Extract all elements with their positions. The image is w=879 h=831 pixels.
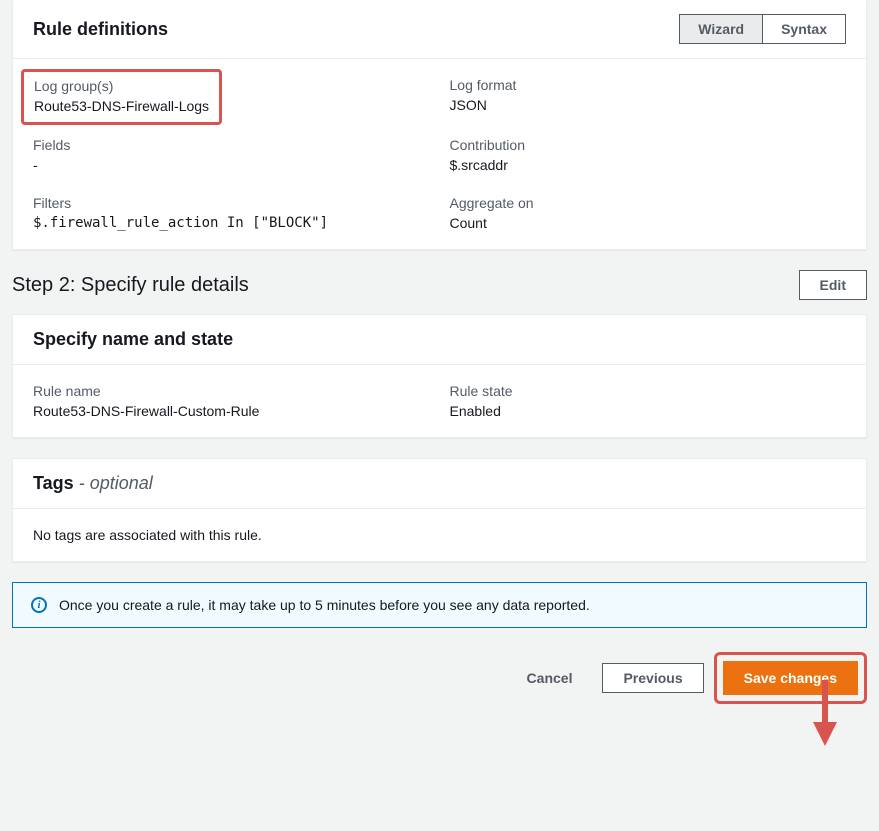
rule-definitions-header: Rule definitions Wizard Syntax xyxy=(13,0,866,59)
definition-mode-toggle: Wizard Syntax xyxy=(679,14,846,44)
filters-value: $.firewall_rule_action In ["BLOCK"] xyxy=(33,215,430,231)
info-banner: i Once you create a rule, it may take up… xyxy=(12,582,867,628)
step2-header: Step 2: Specify rule details Edit xyxy=(12,270,867,300)
tags-title-row: Tags - optional xyxy=(33,473,153,494)
info-icon: i xyxy=(31,597,47,613)
tags-header: Tags - optional xyxy=(13,459,866,509)
tags-empty-text: No tags are associated with this rule. xyxy=(33,527,846,543)
fields-label: Fields xyxy=(33,137,430,153)
aggregate-field: Aggregate on Count xyxy=(450,195,847,231)
aggregate-value: Count xyxy=(450,215,847,231)
specify-name-state-body: Rule name Route53-DNS-Firewall-Custom-Ru… xyxy=(13,365,866,437)
fields-value: - xyxy=(33,157,430,173)
wizard-toggle-button[interactable]: Wizard xyxy=(679,14,762,44)
previous-button[interactable]: Previous xyxy=(602,663,703,693)
cancel-button[interactable]: Cancel xyxy=(507,664,593,692)
syntax-toggle-button[interactable]: Syntax xyxy=(762,14,846,44)
filters-field: Filters $.firewall_rule_action In ["BLOC… xyxy=(33,195,430,231)
log-format-label: Log format xyxy=(450,77,847,93)
specify-name-state-title: Specify name and state xyxy=(33,329,233,350)
rule-definitions-panel: Rule definitions Wizard Syntax Log group… xyxy=(12,0,867,250)
log-groups-label: Log group(s) xyxy=(34,78,209,94)
rule-definitions-body: Log group(s) Route53-DNS-Firewall-Logs L… xyxy=(13,59,866,249)
save-changes-button[interactable]: Save changes xyxy=(723,661,858,695)
log-format-value: JSON xyxy=(450,97,847,113)
contribution-label: Contribution xyxy=(450,137,847,153)
step2-heading: Step 2: Specify rule details xyxy=(12,274,249,297)
rule-definitions-title: Rule definitions xyxy=(33,19,168,40)
specify-name-state-header: Specify name and state xyxy=(13,315,866,365)
save-highlight: Save changes xyxy=(714,652,867,704)
tags-body: No tags are associated with this rule. xyxy=(13,509,866,561)
contribution-value: $.srcaddr xyxy=(450,157,847,173)
filters-label: Filters xyxy=(33,195,430,211)
rule-name-value: Route53-DNS-Firewall-Custom-Rule xyxy=(33,403,430,419)
tags-dash: - xyxy=(74,473,90,493)
rule-state-value: Enabled xyxy=(450,403,847,419)
log-groups-field: Log group(s) Route53-DNS-Firewall-Logs xyxy=(33,77,430,115)
log-groups-value: Route53-DNS-Firewall-Logs xyxy=(34,98,209,114)
rule-name-field: Rule name Route53-DNS-Firewall-Custom-Ru… xyxy=(33,383,430,419)
info-text: Once you create a rule, it may take up t… xyxy=(59,597,590,613)
tags-title: Tags xyxy=(33,473,74,493)
contribution-field: Contribution $.srcaddr xyxy=(450,137,847,173)
tags-optional: optional xyxy=(90,473,153,493)
rule-state-label: Rule state xyxy=(450,383,847,399)
rule-state-field: Rule state Enabled xyxy=(450,383,847,419)
specify-name-state-panel: Specify name and state Rule name Route53… xyxy=(12,314,867,438)
log-groups-highlight: Log group(s) Route53-DNS-Firewall-Logs xyxy=(21,69,222,125)
fields-field: Fields - xyxy=(33,137,430,173)
log-format-field: Log format JSON xyxy=(450,77,847,115)
footer-actions: Cancel Previous Save changes xyxy=(12,652,867,704)
tags-panel: Tags - optional No tags are associated w… xyxy=(12,458,867,562)
aggregate-label: Aggregate on xyxy=(450,195,847,211)
edit-button[interactable]: Edit xyxy=(799,270,867,300)
rule-name-label: Rule name xyxy=(33,383,430,399)
